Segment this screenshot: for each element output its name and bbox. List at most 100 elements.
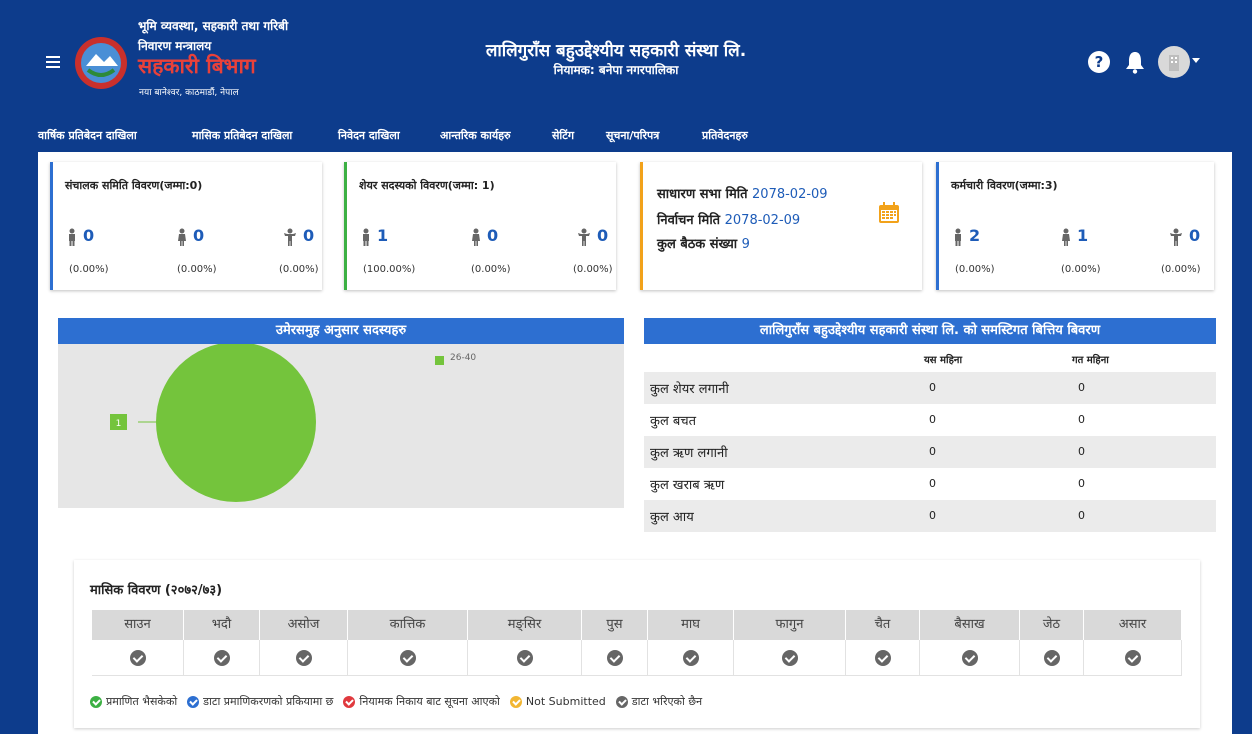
month-status-cell[interactable] bbox=[734, 640, 846, 676]
menu-icon[interactable] bbox=[46, 56, 60, 68]
check-circle-icon bbox=[874, 650, 891, 666]
nav-settings[interactable]: सेटिंग bbox=[552, 128, 574, 143]
check-circle-icon bbox=[516, 650, 533, 666]
staff-card: कर्मचारी विवरण(जम्मा:3) 2 1 0 (0.00%) (0… bbox=[936, 162, 1214, 290]
share-card-title: शेयर सदस्यको विवरण(जम्मा: 1) bbox=[359, 179, 495, 192]
legend-label-26-40[interactable]: 26-40 bbox=[450, 353, 476, 363]
staff-other-pct: (0.00%) bbox=[1161, 264, 1201, 275]
legend-item: Not Submitted bbox=[509, 695, 606, 708]
staff-female-stat: 1 bbox=[1061, 226, 1088, 246]
page-subtitle: नियामक: बनेपा नगरपालिका bbox=[553, 63, 679, 77]
female-icon bbox=[472, 228, 480, 246]
pie-slice-26-40[interactable] bbox=[156, 342, 316, 502]
table-row: कुल आय 0 0 bbox=[644, 500, 1216, 532]
app-frame: भूमि व्यवस्था, सहकारी तथा गरिबी निवारण म… bbox=[8, 8, 1244, 734]
month-status-cell[interactable] bbox=[648, 640, 734, 676]
row-this-value: 0 bbox=[929, 509, 936, 522]
month-header: साउन bbox=[92, 610, 184, 640]
election-date-line: निर्वाचन मिति 2078-02-09 bbox=[657, 210, 800, 228]
share-male-count: 1 bbox=[377, 226, 389, 245]
agm-date: 2078-02-09 bbox=[752, 187, 828, 202]
status-check-icon bbox=[90, 696, 102, 708]
staff-male-count: 2 bbox=[969, 226, 981, 245]
check-circle-icon bbox=[682, 650, 699, 666]
check-circle-icon bbox=[1124, 650, 1141, 666]
finance-panel-title: लालिगुराँस बहुउद्देश्यीय सहकारी संस्था ल… bbox=[644, 318, 1216, 344]
org-address: नया बानेश्वर, काठमाडौं, नेपाल bbox=[139, 88, 239, 98]
notification-bell-icon[interactable] bbox=[1124, 50, 1146, 74]
row-this-value: 0 bbox=[929, 413, 936, 426]
share-male-stat: 1 bbox=[361, 226, 388, 246]
legend-label: प्रमाणित भैसकेको bbox=[106, 695, 178, 708]
month-header: जेठ bbox=[1020, 610, 1084, 640]
month-status-cell[interactable] bbox=[92, 640, 184, 676]
male-icon bbox=[955, 228, 961, 246]
legend-item: डाटा भरिएको छैन bbox=[615, 694, 702, 709]
month-status-cell[interactable] bbox=[348, 640, 468, 676]
month-header: असार bbox=[1084, 610, 1182, 640]
month-status-cell[interactable] bbox=[1020, 640, 1084, 676]
month-header: बैसाख bbox=[920, 610, 1020, 640]
month-status-cell[interactable] bbox=[468, 640, 582, 676]
nav-reports[interactable]: प्रतिवेदनहरु bbox=[702, 128, 748, 143]
staff-female-count: 1 bbox=[1077, 226, 1089, 245]
col-last-month: गत महिना bbox=[1072, 355, 1109, 366]
month-header: माघ bbox=[648, 610, 734, 640]
row-this-value: 0 bbox=[929, 445, 936, 458]
female-icon bbox=[1062, 228, 1070, 246]
board-female-pct: (0.00%) bbox=[177, 264, 217, 275]
month-status-cell[interactable] bbox=[1084, 640, 1182, 676]
board-other-pct: (0.00%) bbox=[279, 264, 319, 275]
status-legend: प्रमाणित भैसकेको डाटा प्रमाणिकरणको प्रकिय… bbox=[90, 694, 712, 709]
row-last-value: 0 bbox=[1078, 509, 1085, 522]
share-female-pct: (0.00%) bbox=[471, 264, 511, 275]
male-icon bbox=[69, 228, 75, 246]
nav-application[interactable]: निवेदन दाखिला bbox=[338, 128, 400, 143]
row-label: कुल आय bbox=[650, 510, 694, 525]
meetings-label: कुल बैठक संख्या bbox=[657, 237, 738, 252]
meetings-count-line: कुल बैठक संख्या 9 bbox=[657, 234, 750, 252]
chevron-down-icon[interactable] bbox=[1192, 58, 1200, 63]
org-name: सहकारी बिभाग bbox=[138, 54, 256, 78]
user-avatar[interactable] bbox=[1158, 46, 1190, 78]
board-female-stat: 0 bbox=[177, 226, 204, 246]
meeting-card: साधारण सभा मिति 2078-02-09 निर्वाचन मिति… bbox=[640, 162, 922, 290]
check-circle-icon bbox=[213, 650, 230, 666]
month-header: फागुन bbox=[734, 610, 846, 640]
month-status-cell[interactable] bbox=[260, 640, 348, 676]
share-other-pct: (0.00%) bbox=[573, 264, 613, 275]
col-this-month: यस महिना bbox=[924, 355, 963, 366]
meetings-count: 9 bbox=[741, 237, 750, 252]
month-status-cell[interactable] bbox=[846, 640, 920, 676]
share-female-count: 0 bbox=[487, 226, 499, 245]
agm-date-line: साधारण सभा मिति 2078-02-09 bbox=[657, 184, 828, 202]
month-status-cell[interactable] bbox=[920, 640, 1020, 676]
board-female-count: 0 bbox=[193, 226, 205, 245]
male-icon bbox=[363, 228, 369, 246]
row-last-value: 0 bbox=[1078, 445, 1085, 458]
check-circle-icon bbox=[1043, 650, 1060, 666]
election-label: निर्वाचन मिति bbox=[657, 213, 721, 228]
nav-annual-report[interactable]: वार्षिक प्रतिबेदन दाखिला bbox=[38, 128, 137, 143]
monthly-grid: साउन भदौ असोज कात्तिक मङ्सिर पुस माघ फागुन चैत बै… bbox=[92, 610, 1182, 678]
table-row: कुल खराब ऋण 0 0 bbox=[644, 468, 1216, 500]
main-nav: वार्षिक प्रतिबेदन दाखिला मासिक प्रतिबेदन… bbox=[8, 118, 1244, 152]
nav-notices[interactable]: सूचना/परिपत्र bbox=[606, 128, 659, 143]
share-other-stat: 0 bbox=[577, 226, 608, 246]
row-last-value: 0 bbox=[1078, 477, 1085, 490]
finance-table-header: यस महिना गत महिना bbox=[644, 346, 1216, 372]
month-header: भदौ bbox=[184, 610, 260, 640]
row-label: कुल बचत bbox=[650, 414, 697, 429]
help-icon[interactable]: ? bbox=[1088, 51, 1110, 73]
age-pie-svg: 1 bbox=[110, 342, 316, 502]
share-male-pct: (100.00%) bbox=[363, 264, 416, 275]
staff-male-stat: 2 bbox=[953, 226, 980, 246]
board-other-count: 0 bbox=[303, 226, 315, 245]
staff-male-pct: (0.00%) bbox=[955, 264, 995, 275]
month-status-cell[interactable] bbox=[582, 640, 648, 676]
nepal-emblem-logo bbox=[75, 37, 127, 89]
nav-monthly-report[interactable]: मासिक प्रतिबेदन दाखिला bbox=[192, 128, 292, 143]
month-status-cell[interactable] bbox=[184, 640, 260, 676]
nav-internal-tasks[interactable]: आन्तरिक कार्यहरु bbox=[440, 128, 511, 143]
top-header: भूमि व्यवस्था, सहकारी तथा गरिबी निवारण म… bbox=[8, 8, 1244, 118]
